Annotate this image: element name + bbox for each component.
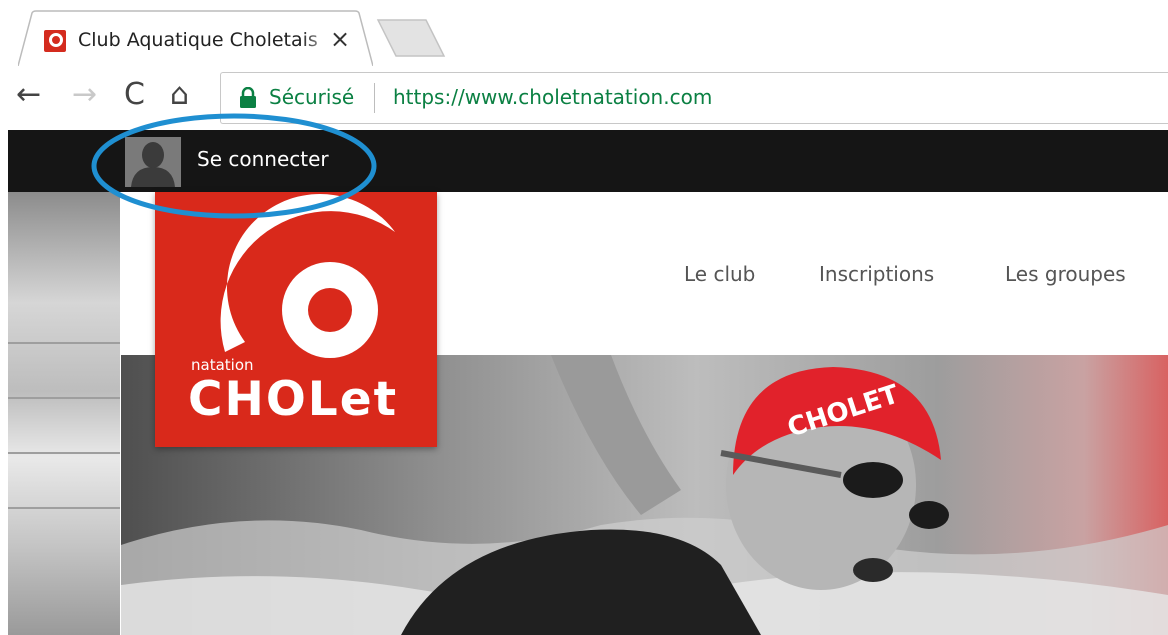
photo-stripe [8, 397, 120, 399]
new-tab-button[interactable] [376, 18, 446, 58]
tab-title: Club Aquatique Choletais [78, 29, 318, 51]
browser-tab[interactable]: Club Aquatique Choletais × [18, 10, 373, 66]
nav-item-le-club[interactable]: Le club [684, 262, 755, 286]
reload-icon[interactable]: C [124, 76, 145, 114]
club-logo[interactable]: natation CHOLet [155, 192, 437, 447]
logo-title: CHOLet [188, 372, 399, 427]
nav-item-les-groupes[interactable]: Les groupes [1005, 262, 1126, 286]
secure-label: Sécurisé [269, 85, 355, 109]
nav-item-inscriptions[interactable]: Inscriptions [819, 262, 934, 286]
back-icon[interactable]: ← [16, 76, 41, 114]
address-separator [374, 83, 375, 113]
background-photo [8, 192, 120, 635]
close-icon[interactable]: × [330, 25, 350, 53]
forward-icon[interactable]: → [72, 76, 97, 114]
favicon-icon [44, 30, 66, 52]
home-icon[interactable]: ⌂ [170, 76, 189, 114]
lock-icon [240, 87, 256, 108]
annotation-circle [91, 113, 377, 219]
url-text[interactable]: https://www.choletnatation.com [393, 85, 712, 109]
photo-stripe [8, 452, 120, 454]
tab-strip: Club Aquatique Choletais × [0, 0, 1168, 66]
photo-stripe [8, 507, 120, 509]
photo-stripe [8, 342, 120, 344]
